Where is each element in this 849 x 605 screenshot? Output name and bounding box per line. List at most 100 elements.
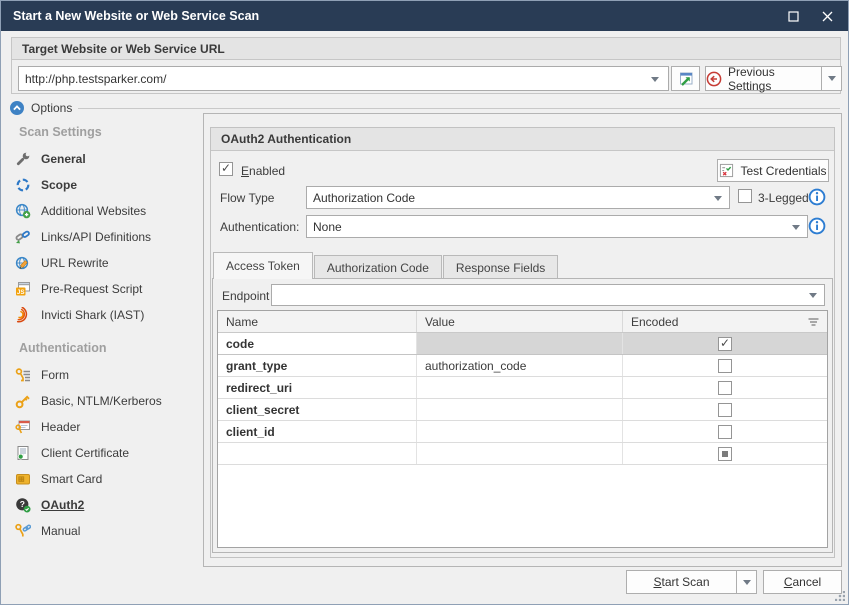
param-name-cell[interactable]: redirect_uri (218, 377, 417, 398)
table-row[interactable]: redirect_uri (218, 377, 827, 399)
param-value-cell[interactable] (417, 443, 623, 464)
param-name-cell[interactable]: client_id (218, 421, 417, 442)
maximize-icon (788, 11, 799, 22)
sidebar-item-invicti-shark[interactable]: Invicti Shark (IAST) (1, 302, 202, 328)
chevron-down-icon (743, 580, 751, 585)
flow-type-combobox[interactable]: Authorization Code (306, 186, 730, 209)
svg-text:JS: JS (17, 289, 25, 296)
param-value-cell[interactable] (417, 399, 623, 420)
script-icon: JS (15, 281, 31, 297)
encoded-checkbox[interactable] (718, 337, 732, 351)
chevron-down-icon[interactable] (714, 196, 722, 201)
encoded-checkbox[interactable] (718, 447, 732, 461)
previous-settings-label: Previous Settings (728, 65, 821, 93)
sidebar-item-manual[interactable]: Manual (1, 518, 202, 544)
table-row[interactable]: grant_typeauthorization_code (218, 355, 827, 377)
collapse-chevron-icon[interactable] (9, 100, 25, 116)
encoded-checkbox[interactable] (718, 381, 732, 395)
chevron-down-icon[interactable] (809, 293, 817, 298)
sidebar-item-form[interactable]: Form (1, 362, 202, 388)
chevron-down-icon[interactable] (792, 225, 800, 230)
param-name-cell[interactable]: grant_type (218, 355, 417, 376)
info-icon[interactable] (808, 217, 826, 235)
encoded-checkbox[interactable] (718, 359, 732, 373)
encoded-checkbox[interactable] (718, 425, 732, 439)
target-url-input[interactable] (25, 72, 662, 86)
options-label: Options (31, 101, 72, 115)
start-scan-dropdown-button[interactable] (736, 570, 757, 594)
sidebar-section-authentication: Authentication (19, 341, 202, 355)
start-scan-button[interactable]: Start Scan (626, 570, 737, 594)
column-header-encoded[interactable]: Encoded (623, 311, 827, 332)
previous-settings-button[interactable]: Previous Settings (705, 66, 822, 91)
scope-icon (15, 177, 31, 193)
close-button[interactable] (810, 1, 844, 31)
tab-response-fields[interactable]: Response Fields (443, 255, 558, 279)
title-bar[interactable]: Start a New Website or Web Service Scan (1, 1, 848, 31)
column-header-value[interactable]: Value (417, 311, 623, 332)
param-encoded-cell[interactable] (623, 377, 827, 398)
globe-plus-icon (15, 203, 31, 219)
test-credentials-label: Test Credentials (740, 164, 826, 178)
param-value-cell[interactable] (417, 377, 623, 398)
sidebar-item-smart-card[interactable]: Smart Card (1, 466, 202, 492)
cancel-label: Cancel (784, 575, 821, 589)
browse-url-icon (678, 71, 694, 87)
sidebar-item-links-api-definitions[interactable]: Links/API Definitions (1, 224, 202, 250)
authentication-combobox[interactable]: None (306, 215, 808, 238)
oauth2-group-header: OAuth2 Authentication (211, 128, 834, 151)
sidebar-item-pre-request-script[interactable]: JS Pre-Request Script (1, 276, 202, 302)
param-encoded-cell[interactable] (623, 443, 827, 464)
sidebar-item-header[interactable]: Header (1, 414, 202, 440)
sidebar-item-scope[interactable]: Scope (1, 172, 202, 198)
param-name-cell[interactable] (218, 443, 417, 464)
sidebar-item-url-rewrite[interactable]: URL Rewrite (1, 250, 202, 276)
param-name-cell[interactable]: code (218, 333, 417, 354)
oauth2-icon: ? (15, 497, 31, 513)
close-icon (822, 11, 833, 22)
target-url-combobox[interactable] (18, 66, 669, 91)
tab-strip: Access Token Authorization Code Response… (213, 252, 559, 279)
info-icon[interactable] (808, 188, 826, 206)
table-row[interactable]: code (218, 333, 827, 355)
filter-icon[interactable] (808, 318, 819, 327)
tab-access-token[interactable]: Access Token (213, 252, 313, 279)
wrench-icon (15, 151, 31, 167)
sidebar: Scan Settings General Scope Additional W… (1, 117, 202, 544)
param-encoded-cell[interactable] (623, 355, 827, 376)
param-value-cell[interactable] (417, 421, 623, 442)
previous-settings-dropdown-button[interactable] (821, 66, 842, 91)
tab-authorization-code[interactable]: Authorization Code (314, 255, 442, 279)
param-value-cell[interactable]: authorization_code (417, 355, 623, 376)
cancel-button[interactable]: Cancel (763, 570, 842, 594)
param-value-cell[interactable] (417, 333, 623, 354)
resize-grip[interactable] (835, 591, 845, 601)
param-name-cell[interactable]: client_secret (218, 399, 417, 420)
chain-link-icon (15, 229, 31, 245)
sidebar-item-oauth2[interactable]: ? OAuth2 (1, 492, 202, 518)
sidebar-item-additional-websites[interactable]: Additional Websites (1, 198, 202, 224)
key-link-icon (15, 523, 31, 539)
table-row[interactable] (218, 443, 827, 465)
sidebar-item-general[interactable]: General (1, 146, 202, 172)
endpoint-combobox[interactable] (271, 284, 825, 306)
test-credentials-button[interactable]: Test Credentials (717, 159, 829, 182)
oauth2-group: OAuth2 Authentication Enabled Test Crede… (210, 127, 835, 558)
param-encoded-cell[interactable] (623, 333, 827, 354)
key-icon (15, 393, 31, 409)
open-url-button[interactable] (671, 66, 700, 91)
three-legged-checkbox[interactable] (738, 189, 752, 203)
endpoint-input[interactable] (278, 288, 818, 302)
chevron-down-icon[interactable] (651, 77, 659, 82)
encoded-checkbox[interactable] (718, 403, 732, 417)
param-encoded-cell[interactable] (623, 421, 827, 442)
param-encoded-cell[interactable] (623, 399, 827, 420)
table-row[interactable]: client_secret (218, 399, 827, 421)
enabled-checkbox[interactable] (219, 162, 233, 176)
authentication-value: None (313, 220, 342, 234)
maximize-button[interactable] (776, 1, 810, 31)
column-header-name[interactable]: Name (218, 311, 417, 332)
sidebar-item-basic-ntlm-kerberos[interactable]: Basic, NTLM/Kerberos (1, 388, 202, 414)
sidebar-item-client-certificate[interactable]: Client Certificate (1, 440, 202, 466)
table-row[interactable]: client_id (218, 421, 827, 443)
